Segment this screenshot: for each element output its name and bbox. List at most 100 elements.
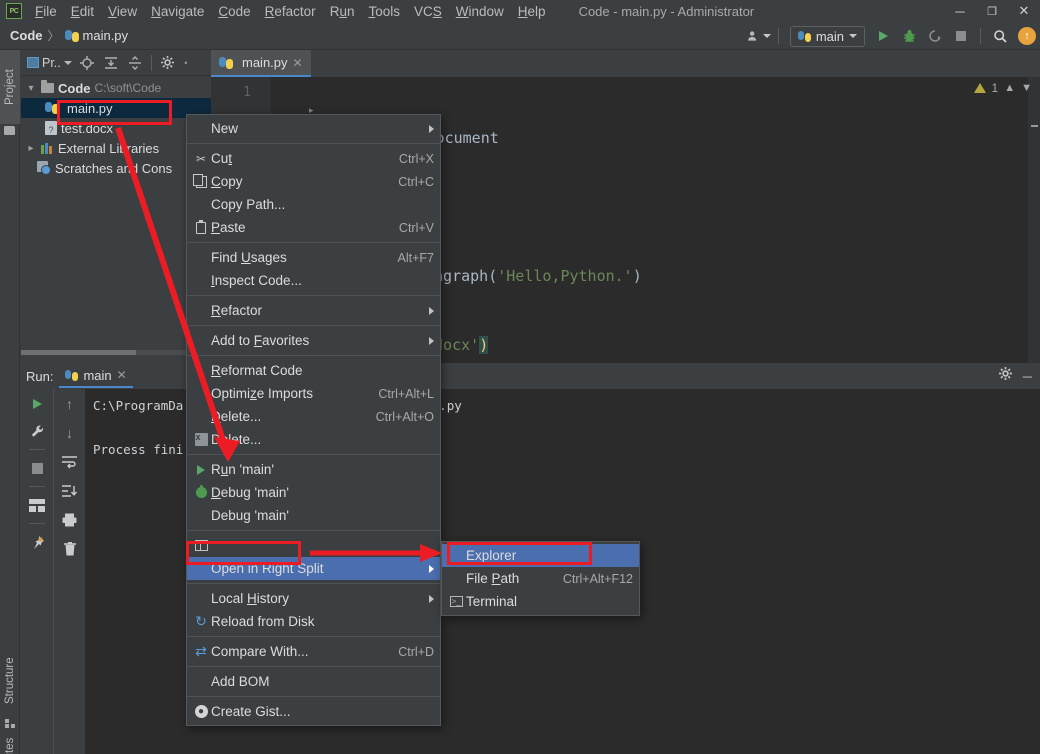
- run-icon[interactable]: [871, 25, 895, 47]
- menu-item-cut[interactable]: ✂ Cut Ctrl+X: [187, 147, 440, 170]
- menu-navigate[interactable]: Navigate: [144, 2, 211, 21]
- tree-node-external-libraries[interactable]: ▸ External Libraries: [21, 138, 211, 158]
- run-header-actions[interactable]: ─: [998, 363, 1032, 389]
- chevron-right-icon[interactable]: ▸: [25, 143, 37, 154]
- close-icon[interactable]: ✕: [117, 368, 127, 382]
- breadcrumb-file[interactable]: main.py: [83, 28, 129, 43]
- editor-tab-main-py[interactable]: main.py ✕: [211, 50, 311, 77]
- next-problem-icon[interactable]: ▼: [1021, 82, 1032, 94]
- menu-refactor[interactable]: Refactor: [258, 2, 323, 21]
- stop-icon[interactable]: [27, 459, 47, 477]
- minimize-button[interactable]: ─: [944, 0, 976, 22]
- menu-item-copy[interactable]: Copy Ctrl+C: [187, 170, 440, 193]
- run-tab-main[interactable]: main ✕: [59, 364, 133, 388]
- menu-item-refactor[interactable]: Refactor: [187, 299, 440, 322]
- sidebar-item-favorites[interactable]: Favorites: [0, 731, 20, 754]
- project-tree[interactable]: ▾ Code C:\soft\Code main.py ? test.docx …: [21, 76, 211, 355]
- menu-item-local-history[interactable]: Local History: [187, 587, 440, 610]
- soft-wrap-icon[interactable]: [60, 453, 80, 471]
- stop-icon[interactable]: [949, 25, 973, 47]
- project-horizontal-scrollbar[interactable]: [21, 350, 203, 355]
- menu-item-inspect-code[interactable]: Inspect Code...: [187, 269, 440, 292]
- collapse-all-icon[interactable]: [124, 52, 146, 74]
- menu-view[interactable]: View: [101, 2, 144, 21]
- breadcrumb-project[interactable]: Code: [10, 28, 43, 43]
- menu-edit[interactable]: Edit: [64, 2, 101, 21]
- hide-icon[interactable]: •: [181, 52, 191, 74]
- main-toolbar[interactable]: main ↑: [747, 22, 1036, 50]
- menu-window[interactable]: Window: [449, 2, 511, 21]
- rerun-icon[interactable]: [27, 395, 47, 413]
- submenu-item-explorer[interactable]: Explorer: [442, 544, 639, 567]
- chevron-down-icon[interactable]: ▾: [25, 83, 37, 94]
- menu-item-create-gist[interactable]: ● Create Gist...: [187, 700, 440, 723]
- trash-icon[interactable]: [60, 540, 80, 558]
- menu-item-open-in[interactable]: Open in Right Split: [187, 557, 440, 580]
- menu-item-compare-with[interactable]: ⇄ Compare With... Ctrl+D: [187, 640, 440, 663]
- wrench-icon[interactable]: [27, 422, 47, 440]
- tree-node-main-py[interactable]: main.py: [21, 98, 211, 118]
- gear-icon[interactable]: [998, 366, 1013, 386]
- breadcrumb[interactable]: Code 〉 main.py: [0, 27, 128, 44]
- menu-file[interactable]: File: [28, 2, 64, 21]
- debug-icon[interactable]: [897, 25, 921, 47]
- submenu-item-file-path[interactable]: File Path Ctrl+Alt+F12: [442, 567, 639, 590]
- hide-panel-icon[interactable]: ─: [1023, 369, 1032, 384]
- menu-item-delete[interactable]: Delete... Ctrl+Alt+O: [187, 405, 440, 428]
- search-icon[interactable]: [988, 25, 1012, 47]
- menu-item-add-to-favorites[interactable]: Add to Favorites: [187, 329, 440, 352]
- editor-scrollbar-track[interactable]: [1028, 77, 1040, 363]
- run-actions-gutter[interactable]: [21, 389, 53, 754]
- menu-help[interactable]: Help: [511, 2, 553, 21]
- print-icon[interactable]: [60, 511, 80, 529]
- menu-item-run-main[interactable]: Run 'main': [187, 458, 440, 481]
- file-context-menu[interactable]: New ✂ Cut Ctrl+X Copy Ctrl+C Copy Path..…: [186, 114, 441, 726]
- editor-tab-bar[interactable]: main.py ✕: [211, 50, 1040, 77]
- menu-item-add-bom[interactable]: Add BOM: [187, 670, 440, 693]
- tree-node-code[interactable]: ▾ Code C:\soft\Code: [21, 78, 211, 98]
- menu-item-debug-main[interactable]: Debug 'main': [187, 481, 440, 504]
- menu-item-new[interactable]: New: [187, 117, 440, 140]
- expand-all-icon[interactable]: [100, 52, 122, 74]
- run-configuration-selector[interactable]: main: [789, 25, 865, 47]
- sidebar-item-structure[interactable]: Structure: [0, 645, 20, 717]
- console-actions-gutter[interactable]: ↑ ↓: [53, 389, 85, 754]
- tree-node-test-docx[interactable]: ? test.docx: [21, 118, 211, 138]
- menu-vcs[interactable]: VCS: [407, 2, 449, 21]
- menu-item-modify-run-configuration[interactable]: Debug 'main': [187, 504, 440, 527]
- coverage-icon[interactable]: [923, 25, 947, 47]
- menu-item-open-in-right-split[interactable]: [187, 534, 440, 557]
- updates-icon[interactable]: ↑: [1018, 27, 1036, 45]
- locate-icon[interactable]: [76, 52, 98, 74]
- maximize-button[interactable]: ❐: [976, 0, 1008, 22]
- menu-item-reload-from-disk[interactable]: ↻ Reload from Disk: [187, 610, 440, 633]
- user-icon[interactable]: [747, 25, 771, 47]
- prev-problem-icon[interactable]: ▲: [1004, 82, 1015, 94]
- menu-item-reformat-code[interactable]: Reformat Code: [187, 359, 440, 382]
- inspection-widget[interactable]: 1 ▲ ▼: [973, 81, 1032, 95]
- pin-icon[interactable]: [27, 533, 47, 551]
- tree-node-scratches[interactable]: Scratches and Cons: [21, 158, 211, 178]
- menu-item-copy-path[interactable]: Copy Path...: [187, 193, 440, 216]
- menu-tools[interactable]: Tools: [361, 2, 407, 21]
- menu-run[interactable]: Run: [323, 2, 362, 21]
- project-view-selector[interactable]: Pr..: [25, 52, 74, 74]
- menu-code[interactable]: Code: [211, 2, 257, 21]
- menu-bar[interactable]: File Edit View Navigate Code Refactor Ru…: [28, 0, 553, 22]
- project-toolbar[interactable]: Pr.. •: [21, 50, 211, 76]
- scroll-to-end-icon[interactable]: [60, 482, 80, 500]
- close-button[interactable]: ✕: [1008, 0, 1040, 22]
- down-arrow-icon[interactable]: ↓: [60, 424, 80, 442]
- layout-icon[interactable]: [27, 496, 47, 514]
- window-controls[interactable]: ─ ❐ ✕: [944, 0, 1040, 22]
- submenu-item-terminal[interactable]: >_ Terminal: [442, 590, 639, 613]
- sidebar-item-project[interactable]: Project: [0, 50, 20, 124]
- close-icon[interactable]: ✕: [293, 56, 303, 70]
- menu-item-optimize-imports[interactable]: Optimize Imports Ctrl+Alt+L: [187, 382, 440, 405]
- menu-item-mark-as-plain-text[interactable]: Delete...: [187, 428, 440, 451]
- up-arrow-icon[interactable]: ↑: [60, 395, 80, 413]
- menu-item-find-usages[interactable]: Find Usages Alt+F7: [187, 246, 440, 269]
- gear-icon[interactable]: [157, 52, 179, 74]
- open-in-submenu[interactable]: Explorer File Path Ctrl+Alt+F12 >_ Termi…: [441, 541, 640, 616]
- menu-item-paste[interactable]: Paste Ctrl+V: [187, 216, 440, 239]
